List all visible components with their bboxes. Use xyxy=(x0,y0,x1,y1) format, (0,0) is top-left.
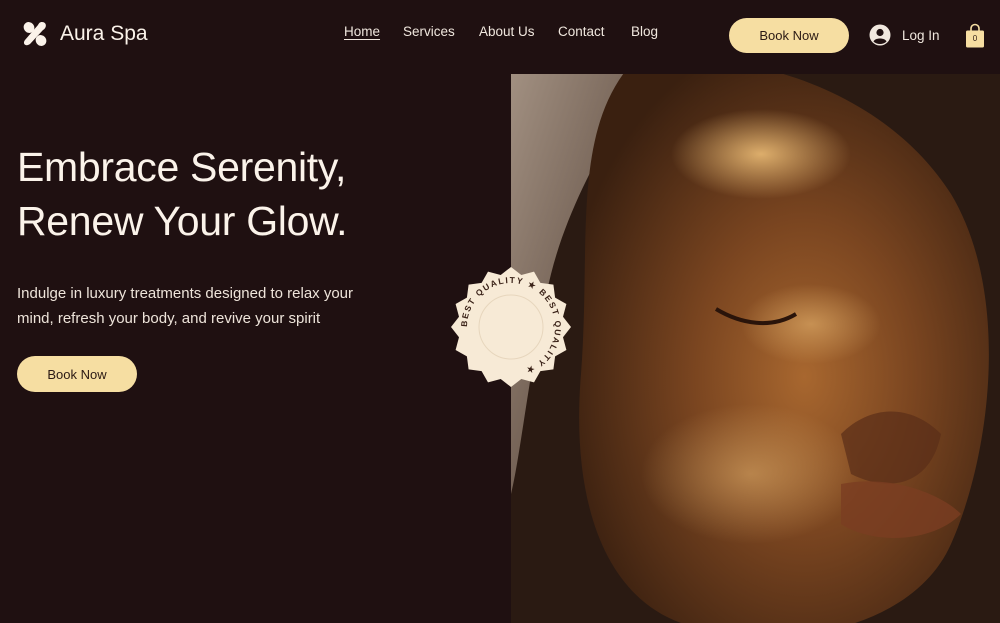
hero-subtitle-line-1: Indulge in luxury treatments designed to… xyxy=(17,285,354,302)
user-avatar-icon xyxy=(869,24,891,46)
site-header: Aura Spa Home Services About Us Contact … xyxy=(0,0,1000,74)
hero-title-line-1: Embrace Serenity, xyxy=(17,144,347,190)
login-label: Log In xyxy=(902,27,940,43)
header-book-now-button[interactable]: Book Now xyxy=(729,18,849,53)
nav-home[interactable]: Home xyxy=(344,24,380,39)
hero-subtitle-line-2: mind, refresh your body, and revive your… xyxy=(17,310,321,327)
cart-button[interactable]: 0 xyxy=(964,23,986,49)
nav-about-us[interactable]: About Us xyxy=(479,24,535,39)
nav-services[interactable]: Services xyxy=(403,24,455,39)
nav-contact[interactable]: Contact xyxy=(558,24,605,39)
login-button[interactable]: Log In xyxy=(869,24,940,46)
nav-blog[interactable]: Blog xyxy=(631,24,658,39)
hero-photo xyxy=(511,74,1000,623)
hero-title-line-2: Renew Your Glow. xyxy=(17,198,348,244)
hero-subtitle: Indulge in luxury treatments designed to… xyxy=(17,281,417,331)
hero-book-now-button[interactable]: Book Now xyxy=(17,356,137,392)
cart-count: 0 xyxy=(972,34,978,43)
main-nav: Home Services About Us Contact Blog xyxy=(0,24,1000,44)
hero-title: Embrace Serenity, Renew Your Glow. xyxy=(17,140,487,248)
best-quality-badge: BEST QUALITY ★ BEST QUALITY ★ xyxy=(449,265,573,389)
